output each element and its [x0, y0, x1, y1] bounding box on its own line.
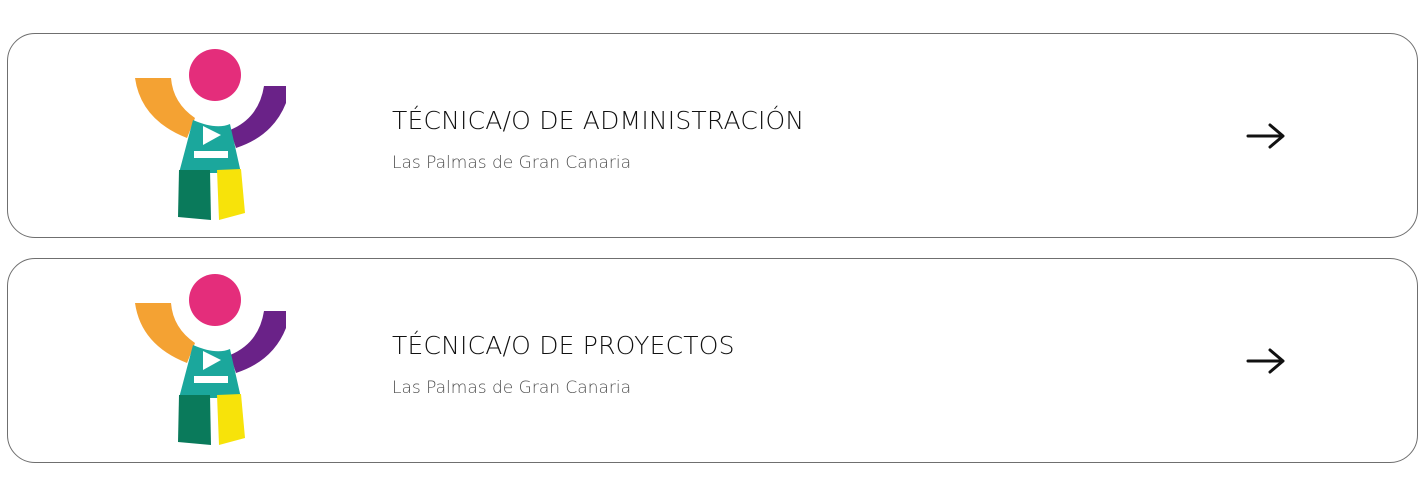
arrow-right-icon[interactable]	[1246, 122, 1286, 150]
job-title[interactable]: TÉCNICA/O DE PROYECTOS	[392, 331, 735, 360]
arrow-right-icon[interactable]	[1246, 347, 1286, 375]
figure-logo-icon	[135, 274, 286, 445]
job-location: Las Palmas de Gran Canaria	[392, 378, 632, 398]
job-card[interactable]: TÉCNICA/O DE PROYECTOS Las Palmas de Gra…	[7, 258, 1418, 463]
job-card[interactable]: TÉCNICA/O DE ADMINISTRACIÓN Las Palmas d…	[7, 33, 1418, 238]
figure-logo-icon	[135, 49, 286, 220]
job-list: TÉCNICA/O DE ADMINISTRACIÓN Las Palmas d…	[0, 0, 1427, 477]
job-location: Las Palmas de Gran Canaria	[392, 153, 632, 173]
job-title[interactable]: TÉCNICA/O DE ADMINISTRACIÓN	[392, 106, 804, 135]
